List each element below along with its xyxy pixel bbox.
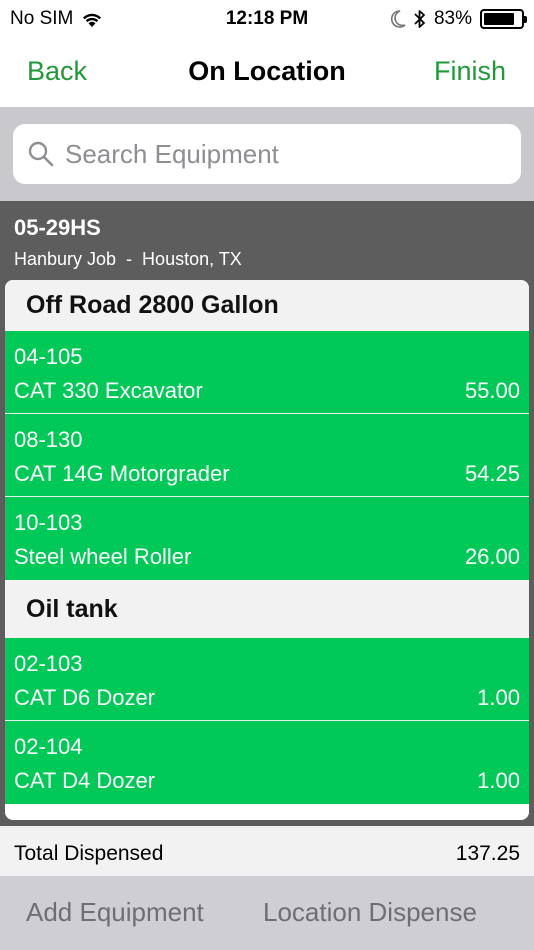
equipment-value: 1.00 [477, 685, 520, 710]
equipment-row[interactable]: 10-103 Steel wheel Roller 26.00 [5, 497, 529, 580]
equipment-row[interactable]: 02-103 CAT D6 Dozer 1.00 [5, 638, 529, 721]
finish-button[interactable]: Finish [434, 56, 506, 87]
section-header: Oil tank [5, 580, 529, 638]
equipment-name: CAT 14G Motorgrader [14, 461, 230, 486]
search-box[interactable] [13, 124, 521, 184]
search-icon [28, 141, 54, 167]
equipment-name: CAT 330 Excavator [14, 378, 203, 403]
job-location: Hanbury Job - Houston, TX [14, 249, 242, 269]
equipment-name: CAT D6 Dozer [14, 685, 156, 710]
equipment-value: 1.00 [477, 768, 520, 793]
battery-icon [480, 9, 527, 29]
equipment-code: 02-103 [14, 651, 83, 676]
equipment-value: 54.25 [464, 461, 520, 486]
status-bar: No SIM 12:18 PM 83% [0, 0, 534, 38]
location-dispense-button[interactable]: Location Dispense [263, 897, 477, 928]
moon-icon [390, 10, 406, 28]
back-button[interactable]: Back [27, 56, 87, 87]
battery-percent: 83% [433, 8, 472, 29]
battery-fill [484, 13, 514, 25]
total-value: 137.25 [455, 842, 520, 865]
add-equipment-button[interactable]: Add Equipment [26, 897, 204, 928]
equipment-value: 26.00 [464, 544, 520, 569]
bluetooth-icon [414, 10, 425, 28]
status-right: 83% [390, 8, 527, 30]
equipment-value: 55.00 [464, 378, 520, 403]
total-label: Total Dispensed [14, 842, 164, 865]
equipment-row[interactable]: 08-130 CAT 14G Motorgrader 54.25 [5, 414, 529, 497]
equipment-code: 02-104 [14, 734, 83, 759]
equipment-list: Off Road 2800 Gallon 04-105 CAT 330 Exca… [5, 280, 529, 820]
total-bar: Total Dispensed 137.25 [0, 826, 534, 876]
equipment-code: 08-130 [14, 427, 83, 452]
section-header: Off Road 2800 Gallon [5, 280, 529, 331]
equipment-code: 10-103 [14, 510, 83, 535]
equipment-row[interactable]: 04-105 CAT 330 Excavator 55.00 [5, 331, 529, 414]
equipment-name: CAT D4 Dozer [14, 768, 156, 793]
job-code: 05-29HS [14, 215, 101, 240]
search-input[interactable] [65, 138, 485, 170]
equipment-code: 04-105 [14, 344, 83, 369]
equipment-row[interactable]: 02-104 CAT D4 Dozer 1.00 [5, 721, 529, 804]
nav-bar: Back On Location Finish [0, 38, 534, 108]
equipment-name: Steel wheel Roller [14, 544, 192, 569]
search-area [0, 108, 534, 201]
bottom-toolbar: Add Equipment Location Dispense [0, 876, 534, 950]
